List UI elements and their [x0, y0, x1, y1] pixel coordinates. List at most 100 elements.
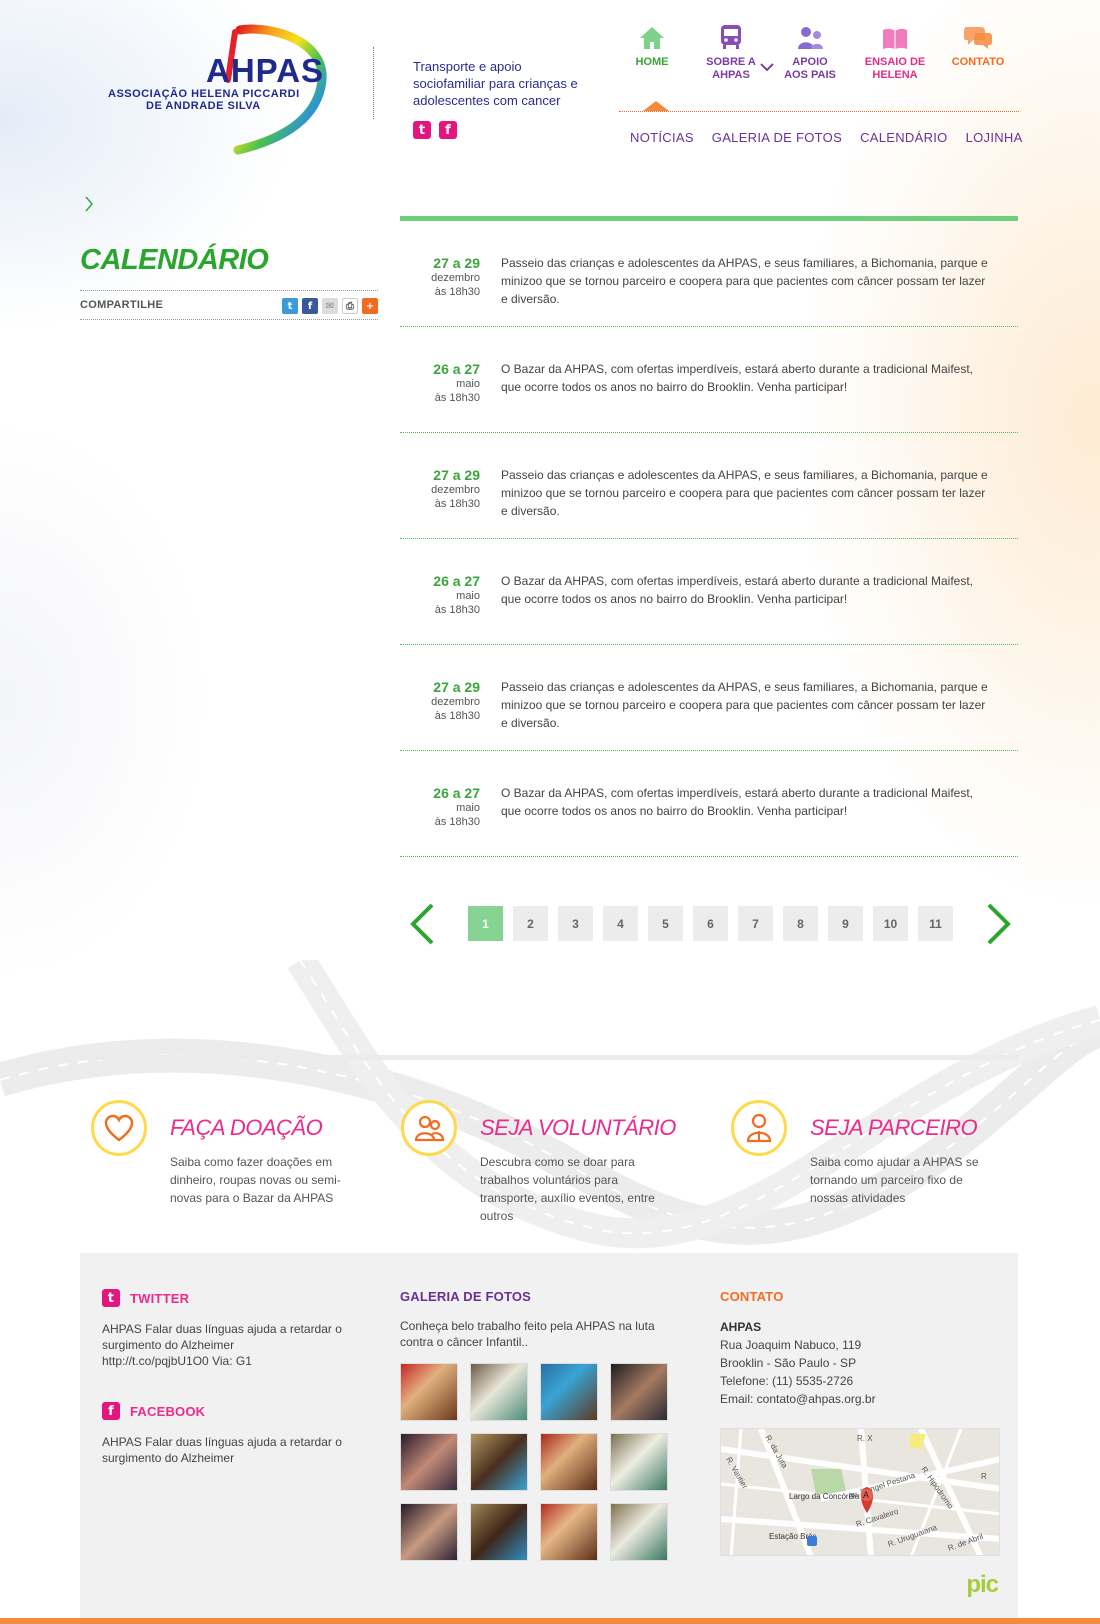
nav-contato[interactable]: CONTATO — [948, 20, 1008, 69]
next-page-arrow-icon[interactable] — [985, 903, 1013, 945]
subnav-noticias[interactable]: NOTÍCIAS — [630, 130, 694, 145]
nav-sobre[interactable]: SOBRE A AHPAS — [700, 20, 762, 82]
page-button[interactable]: 10 — [873, 906, 908, 941]
event-item[interactable]: 27 a 29 dezembro às 18h30 Passeio das cr… — [400, 645, 1018, 751]
tagline: Transporte e apoio sociofamiliar para cr… — [413, 59, 578, 108]
page-button[interactable]: 4 — [603, 906, 638, 941]
contact-org: AHPAS — [720, 1320, 762, 1334]
page-button[interactable]: 3 — [558, 906, 593, 941]
facebook-icon[interactable]: f — [102, 1402, 120, 1420]
contact-phone: Telefone: (11) 5535-2726 — [720, 1374, 854, 1388]
cta-icon-circle — [91, 1100, 147, 1156]
share-bar: COMPARTILHE t f ✉ ⎙ + — [80, 290, 378, 320]
gallery-thumbnail[interactable] — [400, 1503, 458, 1561]
event-time: às 18h30 — [434, 286, 480, 298]
agency-credit-logo[interactable]: pic — [966, 1571, 999, 1599]
twitter-icon[interactable]: t — [413, 121, 431, 139]
page-button[interactable]: 5 — [648, 906, 683, 941]
subnav-lojinha[interactable]: LOJINHA — [966, 130, 1023, 145]
subnav-galeria[interactable]: GALERIA DE FOTOS — [712, 130, 842, 145]
parents-icon — [798, 27, 823, 49]
org-name-line2: DE ANDRADE SILVA — [146, 100, 261, 112]
chat-icon — [964, 27, 992, 49]
cta-volunteer[interactable]: SEJA VOLUNTÁRIO Descubra como se doar pa… — [390, 1098, 690, 1223]
gallery-thumbnail[interactable] — [540, 1363, 598, 1421]
footer: t TWITTER AHPAS Falar duas línguas ajuda… — [80, 1253, 1018, 1619]
page-button[interactable]: 2 — [513, 906, 548, 941]
event-date-range: 27 a 29 — [433, 679, 480, 695]
gallery-thumbnail[interactable] — [610, 1503, 668, 1561]
event-time: às 18h30 — [434, 816, 480, 828]
nav-divider — [619, 111, 1019, 112]
nav-home[interactable]: HOME — [632, 20, 672, 69]
breadcrumb-chevron-icon[interactable] — [84, 196, 94, 212]
share-more-icon[interactable]: + — [362, 298, 378, 314]
share-twitter-icon[interactable]: t — [282, 298, 298, 314]
gallery-thumbnails — [400, 1363, 670, 1561]
share-icons: t f ✉ ⎙ + — [282, 298, 378, 314]
map-place-label: Largo da Concórdia — [789, 1492, 860, 1501]
event-date: 27 a 29 dezembro às 18h30 — [400, 255, 480, 299]
gallery-thumbnail[interactable] — [610, 1363, 668, 1421]
event-item[interactable]: 26 a 27 maio às 18h30 O Bazar da AHPAS, … — [400, 539, 1018, 645]
page-button[interactable]: 6 — [693, 906, 728, 941]
nav-apoio[interactable]: APOIO AOS PAIS — [780, 20, 840, 82]
gallery-thumbnail[interactable] — [400, 1433, 458, 1491]
twitter-icon[interactable]: t — [102, 1289, 120, 1307]
facebook-icon[interactable]: f — [439, 121, 457, 139]
footer-twitter-title[interactable]: TWITTER — [130, 1291, 189, 1306]
cta-icon-circle — [731, 1100, 787, 1156]
logo-text: AHPAS — [206, 52, 325, 89]
cta-donate[interactable]: FAÇA DOAÇÃO Saiba como fazer doações em … — [80, 1098, 380, 1218]
prev-page-arrow-icon[interactable] — [408, 903, 436, 945]
gallery-thumbnail[interactable] — [540, 1503, 598, 1561]
main-nav: HOME SOBRE A AHPAS APOIO AOS PAIS ENSAIO… — [620, 20, 1015, 90]
home-icon — [640, 27, 664, 49]
footer-facebook: f FACEBOOK AHPAS Falar duas línguas ajud… — [102, 1402, 342, 1466]
gallery-thumbnail[interactable] — [400, 1363, 458, 1421]
footer-twitter: t TWITTER AHPAS Falar duas línguas ajuda… — [102, 1289, 342, 1369]
cta-text: Saiba como fazer doações em dinheiro, ro… — [170, 1155, 341, 1205]
page-button[interactable]: 9 — [828, 906, 863, 941]
gallery-thumbnail[interactable] — [610, 1433, 668, 1491]
share-email-icon[interactable]: ✉ — [322, 298, 338, 314]
footer-gallery-title[interactable]: GALERIA DE FOTOS — [400, 1289, 670, 1304]
subnav-calendario[interactable]: CALENDÁRIO — [860, 130, 948, 145]
event-date: 27 a 29 dezembro às 18h30 — [400, 679, 480, 723]
footer-gallery-text: Conheça belo trabalho feito pela AHPAS n… — [400, 1319, 655, 1349]
nav-ensaio[interactable]: ENSAIO DE HELENA — [860, 20, 930, 82]
share-print-icon[interactable]: ⎙ — [342, 298, 358, 314]
footer-facebook-title[interactable]: FACEBOOK — [130, 1404, 205, 1419]
page-button-current[interactable]: 1 — [468, 906, 503, 941]
gallery-thumbnail[interactable] — [540, 1433, 598, 1491]
map-marker-label: A — [863, 1490, 869, 1500]
event-time: às 18h30 — [434, 392, 480, 404]
event-time: às 18h30 — [434, 710, 480, 722]
event-item[interactable]: 27 a 29 dezembro às 18h30 Passeio das cr… — [400, 433, 1018, 539]
logo[interactable]: AHPAS ASSOCIAÇÃO HELENA PICCARDI DE ANDR… — [100, 20, 345, 160]
gallery-thumbnail[interactable] — [470, 1503, 528, 1561]
contact-email[interactable]: Email: contato@ahpas.org.br — [720, 1390, 1000, 1408]
page-list: 1 2 3 4 5 6 7 8 9 10 11 — [468, 906, 953, 941]
footer-contact-title[interactable]: CONTATO — [720, 1289, 1000, 1304]
share-facebook-icon[interactable]: f — [302, 298, 318, 314]
share-label: COMPARTILHE — [80, 299, 164, 311]
event-item[interactable]: 26 a 27 maio às 18h30 O Bazar da AHPAS, … — [400, 751, 1018, 857]
location-map[interactable]: R. Vautier R. da Juta R. X Av. Rangel Pe… — [720, 1428, 1000, 1556]
event-item[interactable]: 27 a 29 dezembro às 18h30 Passeio das cr… — [400, 221, 1018, 327]
pagination: 1 2 3 4 5 6 7 8 9 10 11 — [408, 899, 1013, 949]
gallery-thumbnail[interactable] — [470, 1433, 528, 1491]
nav-ensaio-label: ENSAIO DE HELENA — [864, 56, 926, 81]
cta-partner[interactable]: SEJA PARCEIRO Saiba como ajudar a AHPAS … — [720, 1098, 1020, 1218]
event-description: Passeio das crianças e adolescentes da A… — [501, 256, 988, 306]
chevron-down-icon[interactable] — [760, 62, 774, 72]
page-button[interactable]: 11 — [918, 906, 953, 941]
contact-city: Brooklin - São Paulo - SP — [720, 1356, 857, 1370]
event-date-range: 26 a 27 — [433, 785, 480, 801]
gallery-thumbnail[interactable] — [470, 1363, 528, 1421]
event-item[interactable]: 26 a 27 maio às 18h30 O Bazar da AHPAS, … — [400, 327, 1018, 433]
page-button[interactable]: 7 — [738, 906, 773, 941]
page-button[interactable]: 8 — [783, 906, 818, 941]
map-street-label: R — [981, 1472, 987, 1481]
event-time: às 18h30 — [434, 604, 480, 616]
